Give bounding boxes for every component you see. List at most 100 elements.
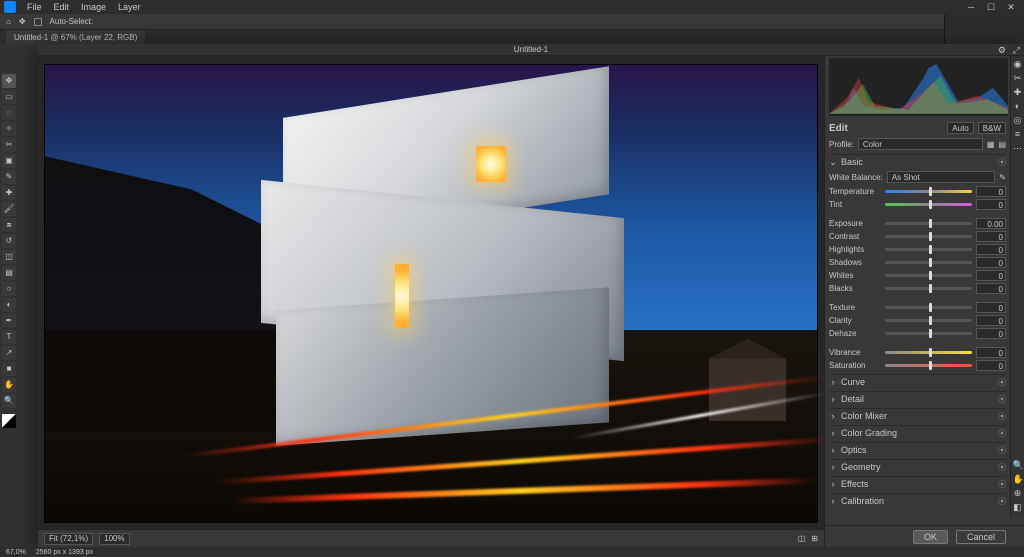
status-bar: 67,0% 2560 px x 1393 px <box>0 547 1024 557</box>
chevron-right-icon: › <box>829 428 837 438</box>
profile-select[interactable]: Color <box>858 138 983 150</box>
slider-track[interactable] <box>885 190 972 193</box>
slider-tone-5: Blacks0 <box>829 282 1006 295</box>
toggle-strip-icon[interactable]: ◧ <box>1013 503 1023 513</box>
slider-col-1: Saturation0 <box>829 359 1006 372</box>
menu-edit[interactable]: Edit <box>49 1 75 13</box>
section-head[interactable]: ›Optics⦿ <box>829 443 1006 457</box>
menu-layer[interactable]: Layer <box>113 1 146 13</box>
section-head[interactable]: ›Geometry⦿ <box>829 460 1006 474</box>
preview-canvas[interactable] <box>38 56 824 529</box>
slider-value[interactable]: 0 <box>976 231 1006 242</box>
fullscreen-icon[interactable]: ⤢ <box>1013 45 1020 56</box>
slider-value[interactable]: 0 <box>976 302 1006 313</box>
section-head[interactable]: ›Effects⦿ <box>829 477 1006 491</box>
slider-label: Tint <box>829 200 881 209</box>
auto-button[interactable]: Auto <box>947 122 973 134</box>
slider-label: Temperature <box>829 187 881 196</box>
slider-value[interactable]: 0 <box>976 328 1006 339</box>
slider-track[interactable] <box>885 332 972 335</box>
zoom-100-button[interactable]: 100% <box>99 533 129 545</box>
slider-track[interactable] <box>885 261 972 264</box>
slider-value[interactable]: 0 <box>976 283 1006 294</box>
chevron-right-icon: › <box>829 394 837 404</box>
slider-value[interactable]: 0 <box>976 347 1006 358</box>
auto-select-checkbox[interactable] <box>34 18 42 26</box>
slider-track[interactable] <box>885 222 972 225</box>
eye-icon[interactable]: ⦿ <box>998 157 1006 168</box>
section-head[interactable]: ›Color Mixer⦿ <box>829 409 1006 423</box>
section-basic-head[interactable]: ⌄ Basic ⦿ <box>829 155 1006 169</box>
slider-track[interactable] <box>885 235 972 238</box>
presets-tab-icon[interactable]: ≡ <box>1013 130 1023 140</box>
redeye-tab-icon[interactable]: ◎ <box>1013 116 1023 126</box>
slider-label: Dehaze <box>829 329 881 338</box>
profile-grid-icon[interactable]: ▦ <box>987 140 995 149</box>
slider-value[interactable]: 0 <box>976 244 1006 255</box>
edit-tab-icon[interactable]: ◉ <box>1013 60 1023 70</box>
slider-track[interactable] <box>885 306 972 309</box>
document-tab[interactable]: Untitled-1 @ 67% (Layer 22, RGB) <box>6 30 145 44</box>
sampler-strip-icon[interactable]: ⊕ <box>1013 489 1023 499</box>
slider-track[interactable] <box>885 274 972 277</box>
zoom-strip-icon[interactable]: 🔍 <box>1013 461 1023 471</box>
zoom-fit-select[interactable]: Fit (72,1%) <box>44 533 93 545</box>
slider-value[interactable]: 0 <box>976 186 1006 197</box>
settings-icon[interactable]: ⚙ <box>998 45 1006 56</box>
heal-tab-icon[interactable]: ✚ <box>1013 88 1023 98</box>
compare-icon[interactable]: ◫ <box>798 534 806 543</box>
mask-tab-icon[interactable]: ◐ <box>1013 102 1023 112</box>
edit-panel: ◉ ✂ ✚ ◐ ◎ ≡ ⋯ 🔍 ✋ ⊕ ◧ Edit <box>824 56 1024 547</box>
slider-value[interactable]: 0 <box>976 360 1006 371</box>
window-minimize[interactable]: ─ <box>962 2 980 13</box>
preview-area: Fit (72,1%) 100% ◫ ⊞ <box>38 56 824 547</box>
slider-value[interactable]: 0 <box>976 315 1006 326</box>
section-head[interactable]: ›Calibration⦿ <box>829 494 1006 508</box>
slider-track[interactable] <box>885 364 972 367</box>
slider-value[interactable]: 0.00 <box>976 218 1006 229</box>
slider-track[interactable] <box>885 287 972 290</box>
wb-eyedropper-icon[interactable]: ✎ <box>999 173 1006 182</box>
eye-icon[interactable]: ⦿ <box>998 496 1006 507</box>
ok-button[interactable]: OK <box>913 530 948 544</box>
slider-track[interactable] <box>885 351 972 354</box>
eye-icon[interactable]: ⦿ <box>998 394 1006 405</box>
hand-strip-icon[interactable]: ✋ <box>1013 475 1023 485</box>
slider-label: Texture <box>829 303 881 312</box>
home-icon[interactable]: ⌂ <box>6 17 11 26</box>
section-head[interactable]: ›Curve⦿ <box>829 375 1006 389</box>
window-close[interactable]: ✕ <box>1002 2 1020 13</box>
menu-file[interactable]: File <box>22 1 47 13</box>
section-head[interactable]: ›Detail⦿ <box>829 392 1006 406</box>
window-maximize[interactable]: ☐ <box>982 2 1000 13</box>
bw-button[interactable]: B&W <box>978 122 1006 134</box>
eye-icon[interactable]: ⦿ <box>998 445 1006 456</box>
slider-track[interactable] <box>885 248 972 251</box>
slider-tone-4: Whites0 <box>829 269 1006 282</box>
menu-image[interactable]: Image <box>76 1 111 13</box>
cancel-button[interactable]: Cancel <box>956 530 1006 544</box>
slider-track[interactable] <box>885 319 972 322</box>
grid-icon[interactable]: ⊞ <box>811 534 818 543</box>
slider-label: Shadows <box>829 258 881 267</box>
crop-tab-icon[interactable]: ✂ <box>1013 74 1023 84</box>
section-head[interactable]: ›Color Grading⦿ <box>829 426 1006 440</box>
eye-icon[interactable]: ⦿ <box>998 428 1006 439</box>
slider-value[interactable]: 0 <box>976 199 1006 210</box>
more-icon[interactable]: ⋯ <box>1013 144 1023 154</box>
chevron-right-icon: › <box>829 462 837 472</box>
histogram[interactable] <box>829 58 1008 116</box>
eye-icon[interactable]: ⦿ <box>998 479 1006 490</box>
profile-browse-icon[interactable]: ▤ <box>998 140 1006 149</box>
eye-icon[interactable]: ⦿ <box>998 411 1006 422</box>
slider-label: Highlights <box>829 245 881 254</box>
eye-icon[interactable]: ⦿ <box>998 377 1006 388</box>
slider-value[interactable]: 0 <box>976 257 1006 268</box>
wb-select[interactable]: As Shot <box>887 171 995 183</box>
slider-wb-1: Tint 0 <box>829 198 1006 211</box>
chevron-down-icon: ⌄ <box>829 157 837 168</box>
slider-track[interactable] <box>885 203 972 206</box>
chevron-right-icon: › <box>829 445 837 455</box>
slider-value[interactable]: 0 <box>976 270 1006 281</box>
eye-icon[interactable]: ⦿ <box>998 462 1006 473</box>
